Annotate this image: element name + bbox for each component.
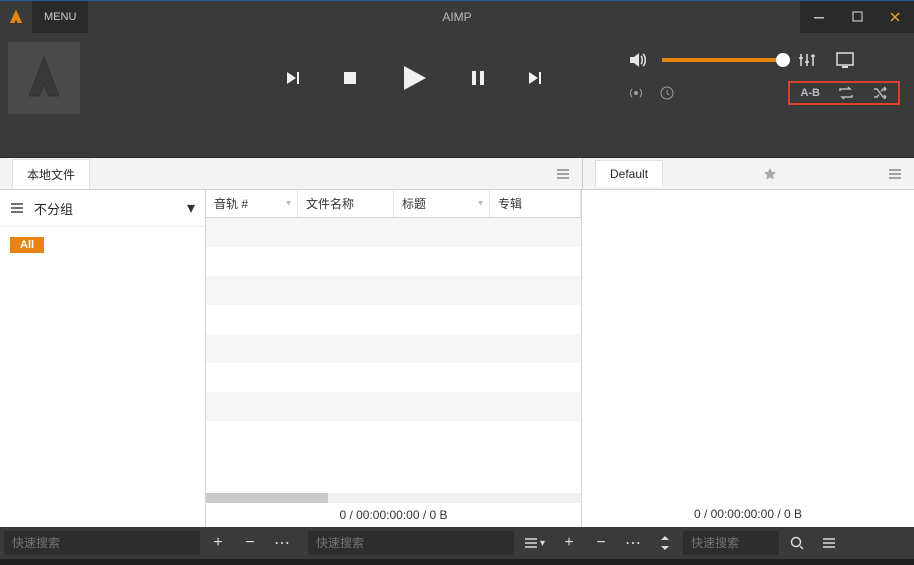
scrollbar-thumb[interactable] [206,493,328,503]
left-panel-menu-icon[interactable] [556,168,570,180]
sort-button[interactable]: ▾ [518,537,551,549]
right-panel-header: Default [582,158,914,190]
next-button[interactable] [526,69,544,87]
column-track[interactable]: 音轨 # ▾ [206,190,298,217]
column-title[interactable]: 标题 ▾ [394,190,490,217]
titlebar-left: MENU [0,1,88,33]
bottom-bar: + − ⋯ ▾ + − ⋯ [0,527,914,559]
column-album-label: 专辑 [498,195,522,212]
shuffle-button[interactable] [872,86,888,100]
table-row[interactable] [206,392,581,421]
repeat-button[interactable] [838,86,854,100]
close-button[interactable] [876,1,914,33]
filter-icon[interactable]: ▾ [286,198,291,209]
updown-button[interactable] [651,531,679,555]
tab-default[interactable]: Default [595,160,663,187]
app-title: AIMP [442,10,471,24]
all-badge[interactable]: All [10,237,44,253]
seek-bar[interactable] [0,124,914,158]
table-row[interactable] [206,421,581,450]
menu-button[interactable]: MENU [32,1,88,33]
volume-row [628,51,900,69]
mini-controls-row: A-B [628,81,900,105]
column-track-label: 音轨 # [214,195,248,212]
album-art-placeholder [8,42,80,114]
app-logo-small [0,1,32,33]
play-button[interactable] [398,62,430,94]
main-content: 不分组 ▾ All 音轨 # ▾ 文件名称 标题 ▾ 专辑 0 / 00:00:00… [0,190,914,527]
search-input-1[interactable] [4,531,200,555]
more-button-2[interactable]: ⋯ [619,531,647,555]
equalizer-button[interactable] [798,51,822,69]
left-panel-header: 本地文件 [0,158,582,190]
table-row[interactable] [206,363,581,392]
group-selector[interactable]: 不分组 ▾ [0,190,205,227]
panel-headers: 本地文件 Default [0,158,914,190]
track-list-pane: 音轨 # ▾ 文件名称 标题 ▾ 专辑 0 / 00:00:00:00 / 0 B [206,190,582,527]
visualizer-button[interactable] [836,52,860,68]
group-pane: 不分组 ▾ All [0,190,206,527]
right-status: 0 / 00:00:00:00 / 0 B [582,501,914,527]
menu-button-bottom[interactable] [815,531,843,555]
group-menu-icon[interactable] [10,202,24,214]
remove-button-1[interactable]: − [236,531,264,555]
track-rows [206,218,581,493]
search-button[interactable] [783,531,811,555]
filter-icon[interactable]: ▾ [478,198,483,209]
right-panel-menu-icon[interactable] [888,168,902,180]
column-title-label: 标题 [402,195,426,212]
more-button-1[interactable]: ⋯ [268,531,296,555]
group-label: 不分组 [34,199,177,218]
volume-thumb[interactable] [776,53,790,67]
transport-controls [284,62,544,94]
table-row[interactable] [206,218,581,247]
left-status: 0 / 00:00:00:00 / 0 B [206,503,581,527]
remove-button-2[interactable]: − [587,531,615,555]
chevron-down-icon[interactable]: ▾ [187,198,195,218]
table-row[interactable] [206,276,581,305]
favorite-icon[interactable] [763,167,777,181]
minimize-button[interactable] [800,1,838,33]
player-area: A-B [0,32,914,124]
column-album[interactable]: 专辑 [490,190,581,217]
playlist-body [582,190,914,501]
column-headers: 音轨 # ▾ 文件名称 标题 ▾ 专辑 [206,190,581,218]
table-row[interactable] [206,334,581,363]
ab-repeat-button[interactable]: A-B [800,87,820,99]
volume-icon[interactable] [628,51,648,69]
previous-button[interactable] [284,69,302,87]
playback-mode-group: A-B [788,81,900,105]
window-controls [800,1,914,33]
titlebar: MENU AIMP [0,0,914,32]
add-button-2[interactable]: + [555,531,583,555]
maximize-button[interactable] [838,1,876,33]
stop-button[interactable] [342,70,358,86]
search-input-2[interactable] [308,531,514,555]
search-input-3[interactable] [683,531,779,555]
radio-icon[interactable] [628,86,648,100]
table-row[interactable] [206,247,581,276]
table-row[interactable] [206,305,581,334]
playlist-pane: 0 / 00:00:00:00 / 0 B [582,190,914,527]
add-button-1[interactable]: + [204,531,232,555]
pause-button[interactable] [470,69,486,87]
right-controls: A-B [628,51,906,105]
column-filename[interactable]: 文件名称 [298,190,394,217]
volume-slider[interactable] [662,58,784,62]
timer-icon[interactable] [660,86,680,100]
tab-local-files[interactable]: 本地文件 [12,159,90,189]
horizontal-scrollbar[interactable] [206,493,581,503]
column-filename-label: 文件名称 [306,195,354,212]
